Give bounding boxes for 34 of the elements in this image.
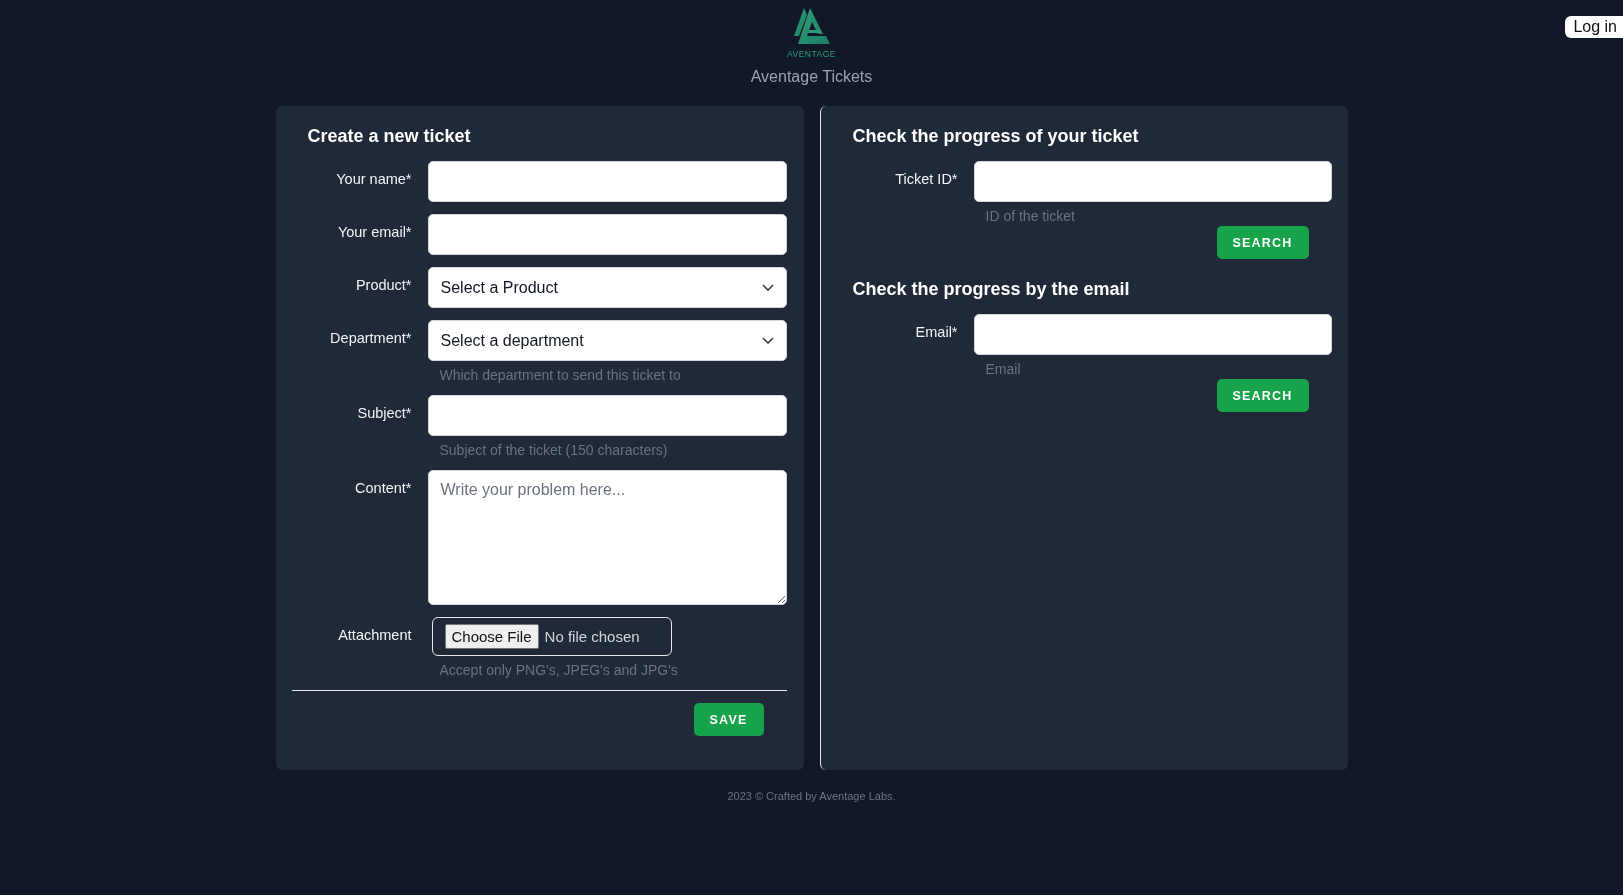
- choose-file-button[interactable]: Choose File: [444, 624, 539, 649]
- text-field[interactable]: [427, 161, 787, 202]
- select-field[interactable]: Select a Product: [427, 267, 787, 308]
- panel-heading: Check the progress of your ticket: [851, 126, 1140, 147]
- field-label: Email*: [915, 323, 958, 342]
- file-status-text: No file chosen: [544, 628, 640, 645]
- chevron-down-icon: [761, 336, 774, 345]
- field-label: Your name*: [336, 170, 412, 189]
- chevron-down-icon: [761, 283, 774, 292]
- panel-heading: Create a new ticket: [306, 126, 472, 147]
- select-field[interactable]: Select a department: [427, 320, 787, 361]
- field-hint: ID of the ticket: [984, 207, 1076, 224]
- field-label: Attachment: [338, 626, 412, 645]
- field-hint: Email: [984, 360, 1022, 377]
- field-label: Your email*: [337, 223, 412, 242]
- content-field[interactable]: Write your problem here...: [427, 470, 787, 605]
- panel-heading: Check the progress by the email: [851, 279, 1131, 300]
- page-title: Aventage Tickets: [750, 68, 873, 86]
- field-label: Ticket ID*: [895, 170, 958, 189]
- logo-text: AVENTAGE: [787, 49, 836, 59]
- field-label: Department*: [330, 329, 412, 348]
- text-field[interactable]: [427, 395, 787, 436]
- field-hint: Which department to send this ticket to: [438, 366, 682, 383]
- login-button[interactable]: Log in: [1565, 16, 1623, 38]
- field-hint: Subject of the ticket (150 characters): [438, 441, 669, 458]
- text-field[interactable]: [973, 314, 1332, 355]
- field-label: Product*: [355, 276, 412, 295]
- text-field[interactable]: [973, 161, 1332, 202]
- field-hint: Accept only PNG's, JPEG's and JPG's: [438, 661, 679, 678]
- text-field[interactable]: [427, 214, 787, 255]
- footer-text: 2023 © Crafted by Aventage Labs.: [727, 790, 896, 802]
- field-label: Content*: [355, 479, 412, 498]
- file-field[interactable]: Choose File No file chosen: [431, 617, 672, 656]
- field-label: Subject*: [357, 404, 412, 423]
